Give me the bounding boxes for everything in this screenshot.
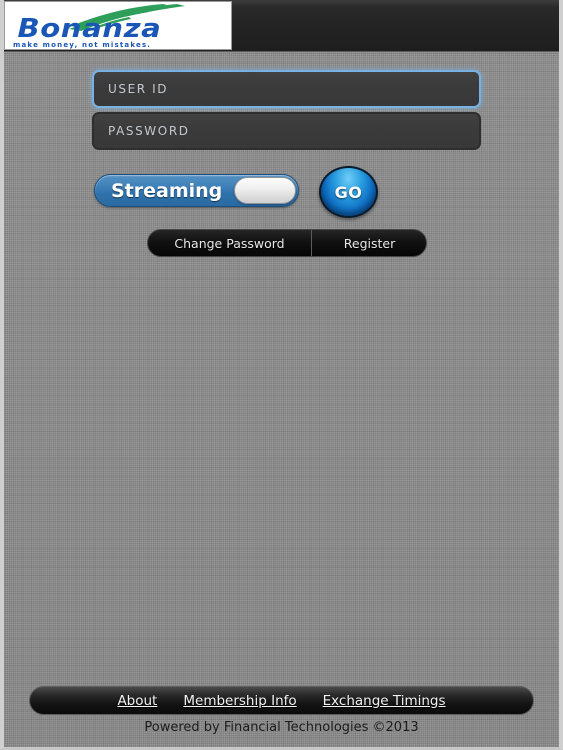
footer-link-about[interactable]: About <box>117 693 157 709</box>
footer-link-membership-info[interactable]: Membership Info <box>183 693 296 709</box>
brand-wordmark: Bonanza <box>17 14 162 44</box>
password-input[interactable] <box>92 112 481 150</box>
user-id-input[interactable] <box>92 70 481 108</box>
streaming-toggle[interactable]: Streaming <box>94 174 299 207</box>
top-bar: Bonanza make money, not mistakes. <box>4 0 559 52</box>
brand-tagline: make money, not mistakes. <box>13 41 152 49</box>
streaming-toggle-label: Streaming <box>111 180 223 202</box>
register-button[interactable]: Register <box>312 230 426 256</box>
powered-by-text: Powered by Financial Technologies ©2013 <box>144 720 419 735</box>
footer-link-exchange-timings[interactable]: Exchange Timings <box>323 693 446 709</box>
change-password-button[interactable]: Change Password <box>148 230 312 256</box>
streaming-toggle-knob[interactable] <box>234 177 296 204</box>
go-button-label: GO <box>334 182 363 202</box>
auth-actions-segmented-control: Change Password Register <box>147 229 427 257</box>
go-button[interactable]: GO <box>319 166 378 218</box>
footer-link-bar: About Membership Info Exchange Timings <box>29 686 534 715</box>
brand-logo: Bonanza make money, not mistakes. <box>4 1 232 50</box>
login-screen: Bonanza make money, not mistakes. Stream… <box>0 0 563 750</box>
